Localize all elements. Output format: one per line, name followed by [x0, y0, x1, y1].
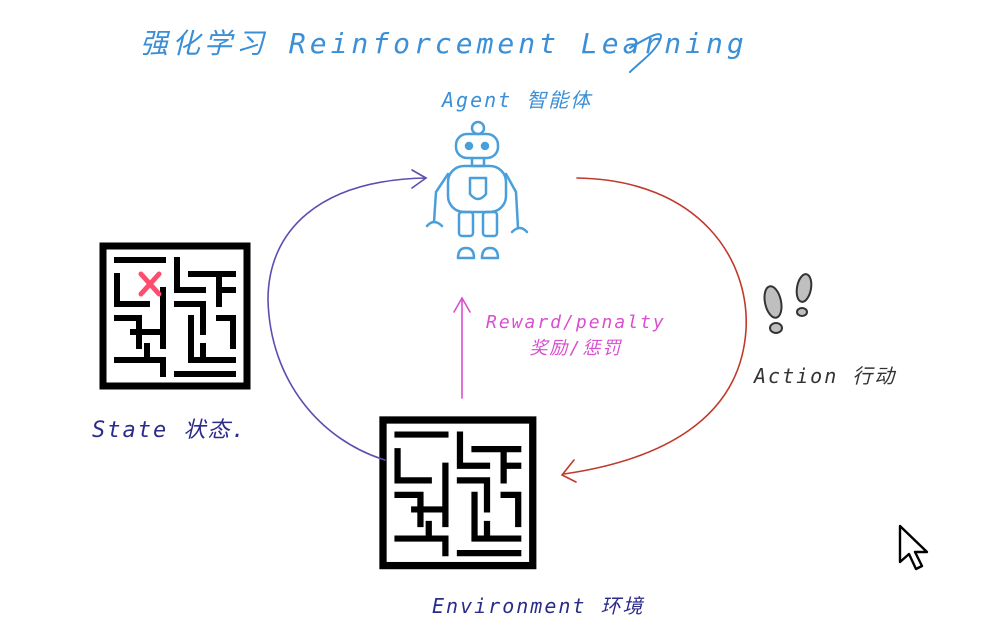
footprints-icon	[763, 273, 813, 334]
environment-maze	[383, 420, 533, 566]
reward-label-line2: 奖励/惩罚	[529, 338, 623, 359]
agent-robot-icon	[425, 120, 529, 260]
mouse-cursor-icon	[898, 524, 929, 571]
reward-label-line1: Reward/penalty	[486, 312, 666, 333]
environment-label: Environment 环境	[432, 594, 645, 618]
reward-arrow	[453, 296, 471, 399]
state-label: State 状态.	[92, 418, 247, 443]
action-label: Action 行动	[754, 364, 897, 388]
state-maze	[103, 246, 247, 386]
state-marker-icon	[138, 271, 162, 297]
page-title: 强化学习 Reinforcement Learning	[140, 27, 748, 60]
diagram-canvas: 强化学习 Reinforcement Learning Agent 智能体 St…	[0, 0, 992, 630]
agent-label: Agent 智能体	[442, 88, 593, 112]
reward-label: Reward/penalty 奖励/惩罚	[486, 310, 666, 362]
